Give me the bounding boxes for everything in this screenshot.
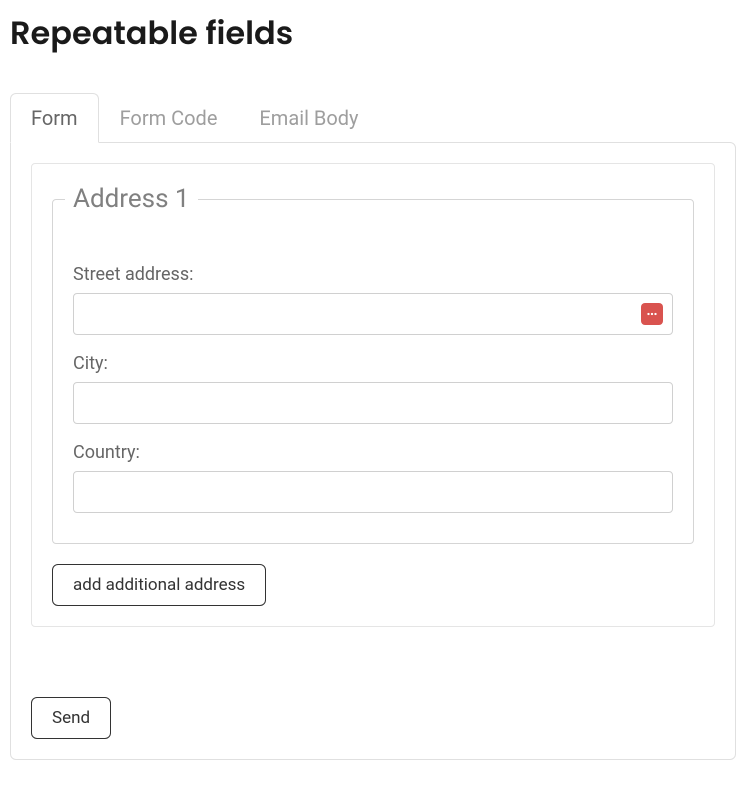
street-label: Street address:	[73, 264, 673, 285]
send-button[interactable]: Send	[31, 697, 111, 739]
fieldset-legend: Address 1	[65, 184, 198, 214]
tabs-container: Form Form Code Email Body	[10, 93, 736, 143]
street-input-wrapper	[73, 293, 673, 335]
tab-form[interactable]: Form	[10, 93, 99, 143]
country-input-wrapper	[73, 471, 673, 513]
street-group: Street address:	[73, 264, 673, 335]
country-group: Country:	[73, 442, 673, 513]
password-manager-icon[interactable]	[641, 303, 663, 325]
city-group: City:	[73, 353, 673, 424]
address-fieldset: Address 1 Street address: City:	[52, 184, 694, 544]
form-card: Address 1 Street address: City:	[31, 163, 715, 627]
city-input-wrapper	[73, 382, 673, 424]
street-input[interactable]	[73, 293, 673, 335]
page-title: Repeatable fields	[10, 10, 736, 58]
city-input[interactable]	[73, 382, 673, 424]
country-label: Country:	[73, 442, 673, 463]
tab-form-code[interactable]: Form Code	[99, 93, 239, 143]
tab-content: Address 1 Street address: City:	[10, 142, 736, 760]
country-input[interactable]	[73, 471, 673, 513]
city-label: City:	[73, 353, 673, 374]
add-address-button[interactable]: add additional address	[52, 564, 266, 606]
tab-email-body[interactable]: Email Body	[238, 93, 379, 143]
